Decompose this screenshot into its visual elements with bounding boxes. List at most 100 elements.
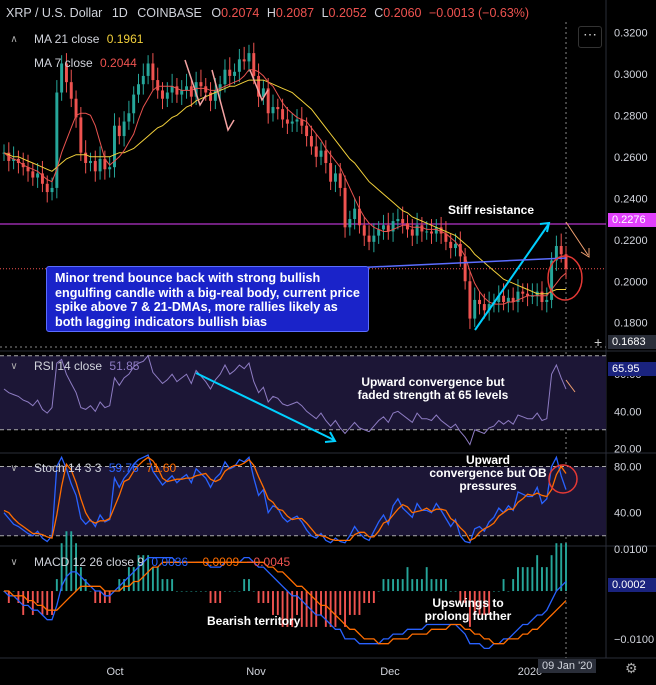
macd-histogram-bar xyxy=(7,591,10,603)
candle-body xyxy=(482,304,486,311)
ma21-value: 0.1961 xyxy=(106,32,144,46)
macd-histogram-bar xyxy=(536,555,539,592)
candle-body xyxy=(406,223,409,230)
macd-histogram-bar xyxy=(545,567,548,592)
macd-histogram-bar xyxy=(233,591,236,592)
candle-body xyxy=(439,227,443,234)
crosshair-price-badge: 0.1683 xyxy=(608,335,656,349)
macd-histogram-bar xyxy=(166,579,169,592)
candle-body xyxy=(189,86,193,97)
macd-histogram-bar xyxy=(94,591,97,603)
macd-histogram-bar xyxy=(406,567,409,592)
macd-histogram-bar xyxy=(348,591,351,615)
macd-histogram-bar xyxy=(224,591,226,592)
candle-body xyxy=(228,69,232,76)
macd-histogram-bar xyxy=(372,591,375,603)
macd-histogram-bar xyxy=(358,591,361,615)
ma7-legend[interactable]: MA 7 close 0.2044 xyxy=(34,56,137,70)
collapse-indicators-icon[interactable]: ∧ xyxy=(8,34,20,45)
candle-body xyxy=(454,243,457,249)
candle-body xyxy=(295,119,299,122)
ma21-legend[interactable]: MA 21 close 0.1961 xyxy=(34,32,143,46)
rsi-note: Upward convergence but faded strength at… xyxy=(357,375,509,402)
date-tick-label: Oct xyxy=(106,666,123,678)
macd-histogram-bar xyxy=(199,591,202,592)
macd-histogram-bar xyxy=(320,591,322,615)
trading-chart[interactable]: 0.1800 0.2000 0.2200 0.2400 0.2600 0.2800 0.30… xyxy=(0,0,656,680)
candle-body xyxy=(199,82,203,87)
macd-histogram-bar xyxy=(339,591,342,615)
rsi-tick-label: 20.00 xyxy=(614,443,642,455)
macd-histogram-bar xyxy=(31,591,34,615)
macd-histogram-bar xyxy=(449,591,452,592)
open-value: 0.2074 xyxy=(221,6,260,20)
change-value: −0.0013 (−0.63%) xyxy=(429,6,530,20)
candle-body xyxy=(50,187,54,193)
candle-body xyxy=(521,291,525,294)
macd-histogram-bar xyxy=(507,591,510,592)
rsi-collapse-icon[interactable]: ∨ xyxy=(8,361,20,372)
low-label: L xyxy=(321,6,329,20)
macd-histogram-bar xyxy=(550,555,553,592)
macd-histogram-bar xyxy=(219,591,222,603)
rsi-legend[interactable]: RSI 14 close 51.85 xyxy=(34,359,139,373)
candle-body xyxy=(137,84,140,95)
candle-body xyxy=(146,63,150,76)
macd-histogram-bar xyxy=(521,567,524,592)
candle-body xyxy=(233,71,237,76)
close-label: C xyxy=(374,6,384,20)
stoch-collapse-icon[interactable]: ∨ xyxy=(8,463,20,474)
macd-collapse-icon[interactable]: ∨ xyxy=(8,557,20,568)
macd-histogram-bar xyxy=(353,591,356,615)
macd-histogram-bar xyxy=(12,591,15,592)
macd-histogram-bar xyxy=(209,591,212,603)
candle-body xyxy=(468,281,472,319)
stoch-legend[interactable]: Stoch 14 3 3 59.76 71.60 xyxy=(34,461,176,475)
stoch-tick-label: 40.00 xyxy=(614,508,642,520)
candle-body xyxy=(156,80,160,91)
candle-body xyxy=(410,229,414,236)
ma7-label: MA 7 close xyxy=(34,56,93,70)
macd-legend[interactable]: MACD 12 26 close 9 0.0036 −0.0009 −0.004… xyxy=(34,555,290,569)
close-value: 0.2060 xyxy=(383,6,422,20)
candle-body xyxy=(285,119,289,124)
macd-histogram-bar xyxy=(387,579,390,592)
macd-histogram-bar xyxy=(305,591,308,627)
candle-body xyxy=(127,113,131,122)
macd-tick-label: −0.0100 xyxy=(614,634,654,646)
low-value: 0.2052 xyxy=(328,6,367,20)
macd-histogram-bar xyxy=(560,543,563,592)
candle-body xyxy=(420,225,424,232)
stoch-tick-label: 80.00 xyxy=(614,462,642,474)
macd-histogram-bar xyxy=(377,591,380,592)
macd-histogram-bar xyxy=(108,591,111,603)
macd-histogram-bar xyxy=(392,579,395,592)
resistance-price-badge: 0.2276 xyxy=(608,213,656,227)
candle-body xyxy=(141,75,145,85)
crosshair-plus-icon[interactable]: + xyxy=(594,334,602,350)
macd-histogram-bar xyxy=(276,591,279,615)
candle-body xyxy=(69,82,73,99)
candle-body xyxy=(353,208,357,220)
candle-body xyxy=(305,125,309,137)
more-options-button[interactable]: ⋯ xyxy=(578,26,602,48)
macd-histogram-bar xyxy=(22,591,25,615)
candle-body xyxy=(223,69,227,85)
macd-histogram-bar xyxy=(411,579,414,592)
settings-gear-icon[interactable]: ⚙ xyxy=(625,660,638,677)
candle-body xyxy=(449,241,453,249)
macd-histogram-bar xyxy=(175,591,178,592)
candle-body xyxy=(290,121,294,124)
macd-histogram-bar xyxy=(248,579,250,592)
candle-body xyxy=(314,146,318,157)
macd-histogram-bar xyxy=(512,579,515,592)
candle-body xyxy=(55,92,59,188)
macd-histogram-bar xyxy=(296,591,298,615)
macd-level-badge: 0.0002 xyxy=(608,578,656,592)
macd-histogram-bar xyxy=(368,591,371,603)
candle-body xyxy=(396,219,400,222)
macd-histogram-bar xyxy=(190,591,193,592)
candle-body xyxy=(333,173,337,182)
candle-body xyxy=(151,63,155,81)
candle-body xyxy=(132,94,136,114)
